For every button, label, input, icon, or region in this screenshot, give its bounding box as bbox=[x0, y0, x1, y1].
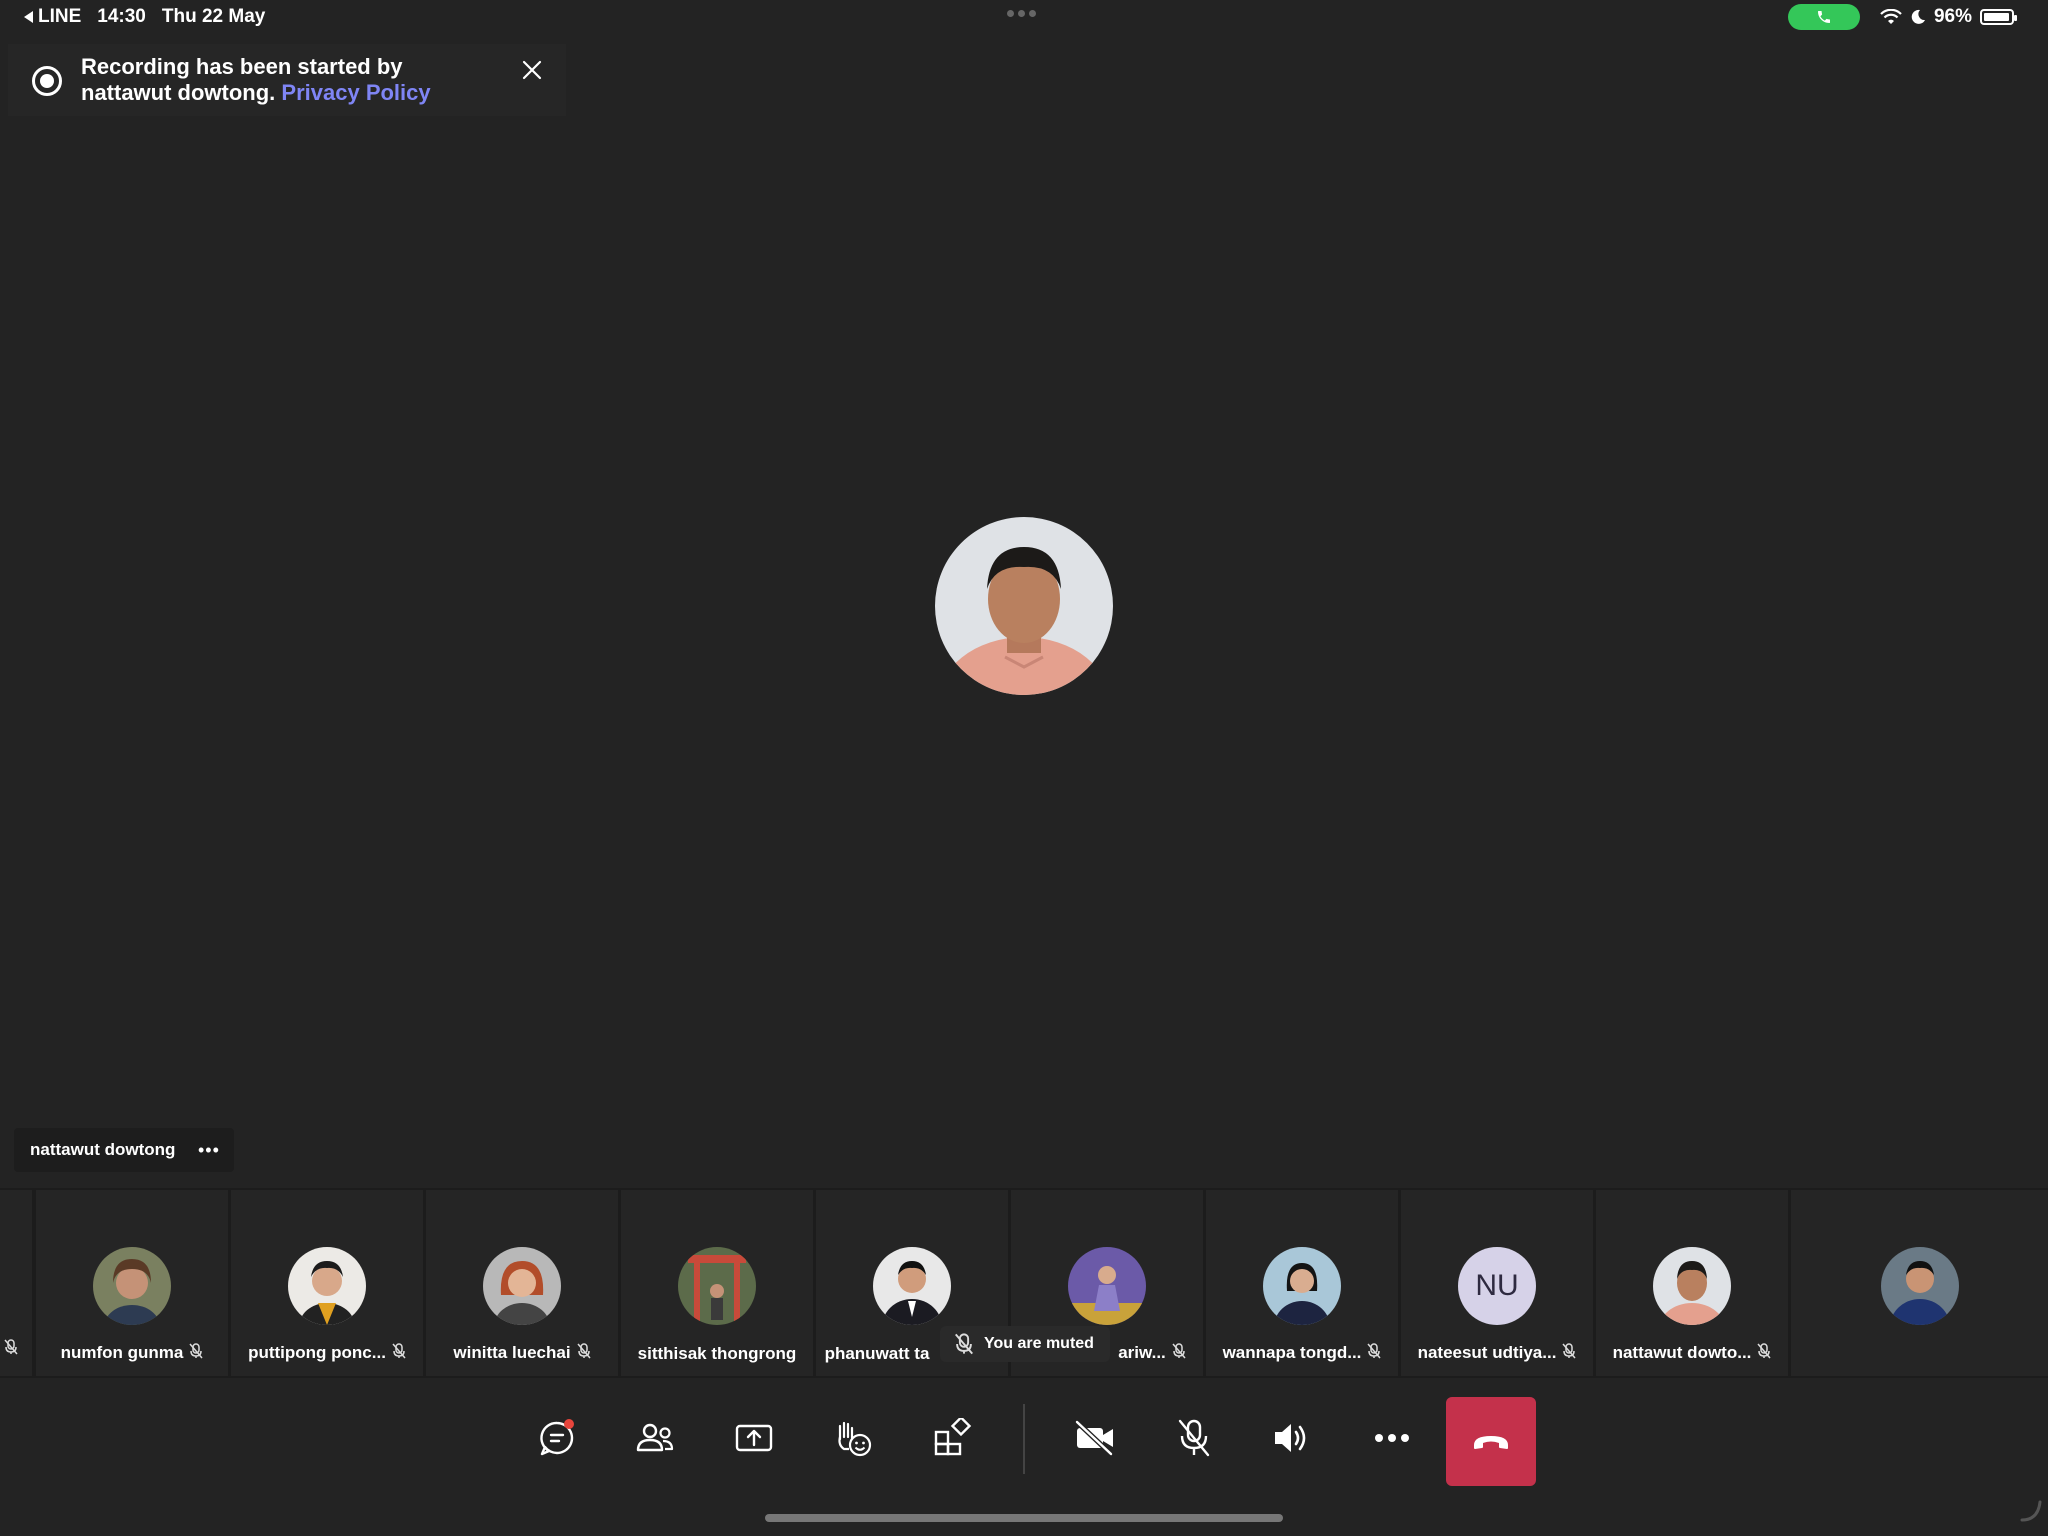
close-banner-button[interactable] bbox=[518, 56, 546, 84]
share-screen-button[interactable] bbox=[714, 1394, 794, 1482]
speaker-name-tag: nattawut dowtong ••• bbox=[14, 1128, 234, 1172]
mic-off-icon bbox=[1367, 1343, 1381, 1364]
mic-off-icon bbox=[955, 1333, 973, 1355]
mic-off-icon bbox=[576, 1343, 591, 1364]
active-call-pill[interactable] bbox=[1787, 4, 1860, 30]
participant-avatar bbox=[288, 1247, 366, 1325]
battery-icon bbox=[1980, 9, 2017, 25]
participant-name: wannapa tongd... bbox=[1206, 1343, 1398, 1364]
back-app-label: LINE bbox=[38, 6, 82, 27]
recording-message-line2: nattawut dowtong. bbox=[81, 80, 276, 105]
participant-avatar bbox=[483, 1247, 561, 1325]
mic-off-icon bbox=[1757, 1343, 1771, 1364]
main-speaker-avatar bbox=[935, 517, 1113, 695]
status-time: 14:30 bbox=[97, 6, 146, 27]
muted-toast: You are muted bbox=[940, 1326, 1110, 1362]
status-left: LINE 14:30 Thu 22 May bbox=[24, 6, 265, 28]
speaker-icon bbox=[1275, 1424, 1306, 1452]
participant-tile[interactable]: sitthisak thongrong bbox=[621, 1190, 813, 1376]
muted-toast-text: You are muted bbox=[984, 1335, 1094, 1352]
battery-percent: 96% bbox=[1933, 6, 1972, 27]
record-icon bbox=[32, 66, 62, 96]
back-to-app-button[interactable]: LINE bbox=[24, 6, 81, 28]
hang-up-button[interactable] bbox=[1446, 1397, 1536, 1486]
chat-button[interactable] bbox=[517, 1394, 597, 1482]
participant-initials-avatar: NU bbox=[1458, 1247, 1536, 1325]
participant-tile[interactable]: numfon gunma bbox=[36, 1190, 228, 1376]
participant-avatar bbox=[93, 1247, 171, 1325]
status-date: Thu 22 May bbox=[161, 6, 266, 27]
participant-name: nateesut udtiya... bbox=[1401, 1343, 1593, 1364]
participant-avatar bbox=[1880, 1247, 1959, 1325]
participant-tile[interactable] bbox=[1791, 1190, 2048, 1376]
participant-avatar bbox=[873, 1247, 951, 1325]
chat-icon bbox=[540, 1419, 574, 1456]
participant-avatar bbox=[1263, 1247, 1341, 1325]
recording-message-line1: Recording has been started by bbox=[81, 54, 403, 79]
wifi-icon bbox=[1880, 9, 1902, 24]
toolbar-divider bbox=[1023, 1404, 1025, 1474]
speaker-name: nattawut dowtong bbox=[30, 1140, 176, 1159]
mic-off-icon bbox=[4, 1339, 18, 1360]
status-bar: LINE 14:30 Thu 22 May 96% bbox=[0, 0, 2048, 36]
phone-icon bbox=[1817, 11, 1830, 23]
react-icon bbox=[838, 1421, 872, 1457]
close-icon bbox=[522, 60, 542, 80]
participant-name: puttipong ponc... bbox=[231, 1343, 423, 1364]
share-screen-icon bbox=[735, 1424, 773, 1452]
react-raise-hand-button[interactable] bbox=[813, 1394, 893, 1482]
home-indicator[interactable] bbox=[765, 1514, 1283, 1522]
apps-button[interactable] bbox=[912, 1394, 992, 1482]
do-not-disturb-moon-icon bbox=[1911, 9, 1925, 24]
speaker-button[interactable] bbox=[1252, 1394, 1332, 1482]
people-icon bbox=[636, 1423, 674, 1452]
more-options-button[interactable] bbox=[1352, 1394, 1432, 1482]
participant-avatar bbox=[1068, 1247, 1146, 1325]
call-toolbar bbox=[0, 1384, 2048, 1536]
mic-off-icon bbox=[1178, 1419, 1210, 1457]
multitasking-handle[interactable] bbox=[1007, 10, 1036, 17]
mic-off-icon bbox=[1172, 1343, 1186, 1364]
participant-avatar bbox=[1653, 1247, 1731, 1325]
mic-toggle-button[interactable] bbox=[1154, 1394, 1234, 1482]
participant-tile[interactable]: NU nateesut udtiya... bbox=[1401, 1190, 1593, 1376]
participant-tile[interactable]: nattawut dowto... bbox=[1596, 1190, 1788, 1376]
camera-toggle-button[interactable] bbox=[1055, 1394, 1135, 1482]
corner-resize-handle bbox=[2020, 1500, 2042, 1527]
hang-up-icon bbox=[1474, 1435, 1508, 1449]
participant-tile[interactable]: puttipong ponc... bbox=[231, 1190, 423, 1376]
speaker-more-options-button[interactable]: ••• bbox=[198, 1140, 220, 1161]
privacy-policy-link[interactable]: Privacy Policy bbox=[281, 80, 430, 105]
more-icon bbox=[1375, 1434, 1409, 1442]
participant-tile-partial[interactable] bbox=[0, 1190, 32, 1376]
participant-name: numfon gunma bbox=[36, 1343, 228, 1364]
recording-banner: Recording has been started by nattawut d… bbox=[8, 44, 566, 116]
back-triangle-icon bbox=[24, 11, 33, 23]
participant-avatar bbox=[678, 1247, 756, 1325]
camera-off-icon bbox=[1075, 1420, 1113, 1456]
mic-off-icon bbox=[392, 1343, 406, 1364]
apps-icon bbox=[934, 1418, 972, 1456]
mic-off-icon bbox=[189, 1343, 203, 1364]
participant-tile[interactable]: winitta luechai bbox=[426, 1190, 618, 1376]
recording-message: Recording has been started by nattawut d… bbox=[81, 54, 521, 106]
people-button[interactable] bbox=[615, 1394, 695, 1482]
mic-off-icon bbox=[1562, 1343, 1577, 1364]
participant-tile[interactable]: wannapa tongd... bbox=[1206, 1190, 1398, 1376]
status-right: 96% bbox=[1787, 4, 2017, 30]
participant-name: sitthisak thongrong bbox=[637, 1344, 797, 1363]
participant-name: nattawut dowto... bbox=[1596, 1343, 1788, 1364]
participant-name: winitta luechai bbox=[426, 1343, 618, 1364]
